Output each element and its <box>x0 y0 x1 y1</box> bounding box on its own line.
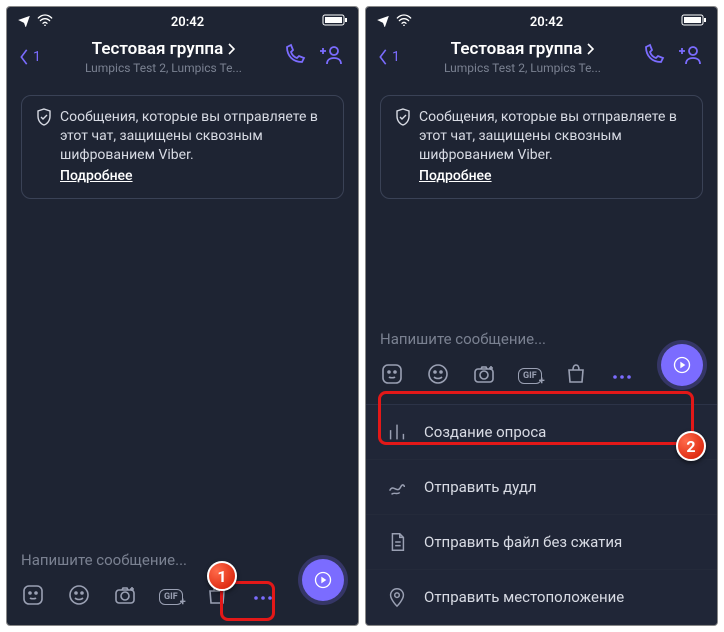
attachment-row: GIF+ <box>7 575 358 625</box>
menu-send-file[interactable]: Отправить файл без сжатия <box>366 515 717 570</box>
chat-title-block[interactable]: Тестовая группа Lumpics Test 2, Lumpics … <box>51 39 276 75</box>
camera-icon[interactable] <box>472 362 496 390</box>
attachment-menu: Создание опроса Отправить дудл Отправить… <box>366 404 717 625</box>
doodle-icon <box>386 476 408 498</box>
chat-area: Сообщения, которые вы отправляете в этот… <box>366 85 717 205</box>
step-badge-2: 2 <box>676 431 706 461</box>
encryption-notice: Сообщения, которые вы отправляете в этот… <box>380 95 703 199</box>
emoji-icon[interactable] <box>426 362 450 390</box>
file-icon <box>386 531 408 553</box>
emoji-icon[interactable] <box>67 583 91 611</box>
status-time: 20:42 <box>412 15 681 30</box>
menu-create-poll[interactable]: Создание опроса <box>366 405 717 460</box>
camera-icon[interactable] <box>113 583 137 611</box>
encryption-notice: Сообщения, которые вы отправляете в этот… <box>21 95 344 199</box>
status-bar: 20:42 <box>7 7 358 33</box>
poll-icon <box>386 421 408 443</box>
shield-icon <box>395 108 411 132</box>
step-badge-1: 1 <box>207 561 237 591</box>
attachment-row: GIF+ <box>366 354 717 404</box>
message-input[interactable]: Напишите сообщение... <box>366 320 717 354</box>
shop-icon[interactable] <box>564 362 588 390</box>
menu-send-doodle[interactable]: Отправить дудл <box>366 460 717 515</box>
sticker-icon[interactable] <box>21 583 45 611</box>
nav-bar: 1 Тестовая группа Lumpics Test 2, Lumpic… <box>366 33 717 85</box>
back-count: 1 <box>33 49 41 65</box>
gif-icon[interactable]: GIF+ <box>518 368 542 384</box>
notice-text: Сообщения, которые вы отправляете в этот… <box>60 109 318 163</box>
message-placeholder: Напишите сообщение... <box>21 551 187 569</box>
status-bar: 20:42 <box>366 7 717 33</box>
gif-icon[interactable]: GIF+ <box>159 589 183 605</box>
more-icon[interactable] <box>251 588 275 607</box>
chat-subtitle: Lumpics Test 2, Lumpics Te... <box>51 61 276 75</box>
wifi-icon <box>37 14 53 30</box>
nav-bar: 1 Тестовая группа Lumpics Test 2, Lumpic… <box>7 33 358 85</box>
sticker-icon[interactable] <box>380 362 404 390</box>
chat-title: Тестовая группа <box>92 39 224 59</box>
notice-more-link[interactable]: Подробнее <box>60 167 133 186</box>
wifi-icon <box>396 14 412 30</box>
notice-more-link[interactable]: Подробнее <box>419 167 492 186</box>
more-icon[interactable] <box>610 367 634 386</box>
add-user-button[interactable] <box>320 43 346 71</box>
back-button[interactable]: 1 <box>372 44 404 70</box>
status-time: 20:42 <box>53 15 322 30</box>
add-user-button[interactable] <box>679 43 705 71</box>
chat-title-block[interactable]: Тестовая группа Lumpics Test 2, Lumpics … <box>410 39 635 75</box>
battery-icon <box>681 14 707 30</box>
chat-area: Сообщения, которые вы отправляете в этот… <box>7 85 358 541</box>
call-button[interactable] <box>641 43 665 71</box>
chevron-right-icon <box>586 43 594 55</box>
airplane-icon <box>17 13 31 31</box>
chevron-right-icon <box>227 43 235 55</box>
location-icon <box>386 586 408 608</box>
call-button[interactable] <box>282 43 306 71</box>
menu-send-location[interactable]: Отправить местоположение <box>366 570 717 625</box>
back-button[interactable]: 1 <box>13 44 45 70</box>
shield-icon <box>36 108 52 132</box>
airplane-icon <box>376 13 390 31</box>
battery-icon <box>322 14 348 30</box>
